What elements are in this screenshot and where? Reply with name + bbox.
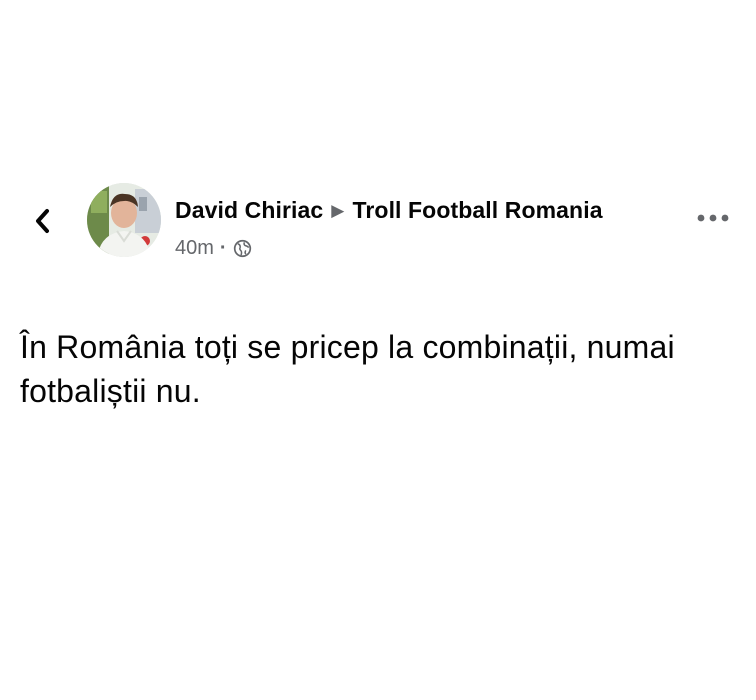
post-meta: 40m · [175, 236, 615, 260]
author-line: David Chiriac ▶ Troll Football Romania [175, 194, 615, 229]
profile-photo [87, 183, 161, 257]
globe-icon [233, 239, 251, 257]
triangle-right-icon: ▶ [331, 201, 345, 220]
author-name[interactable]: David Chiriac [175, 197, 323, 223]
post-time[interactable]: 40m [175, 236, 214, 260]
separator-dot: · [219, 237, 227, 259]
post-header: David Chiriac ▶ Troll Football Romania 40m… [175, 194, 615, 260]
avatar[interactable] [87, 183, 161, 257]
more-options-button[interactable] [692, 206, 734, 230]
post-text: În România toți se pricep la combinații,… [20, 329, 675, 409]
group-name[interactable]: Troll Football Romania [352, 197, 602, 223]
chevron-left-icon [36, 209, 49, 233]
more-horizontal-icon [697, 214, 729, 222]
post-card: David Chiriac ▶ Troll Football Romania 40m… [0, 0, 756, 700]
back-button[interactable] [30, 206, 56, 236]
